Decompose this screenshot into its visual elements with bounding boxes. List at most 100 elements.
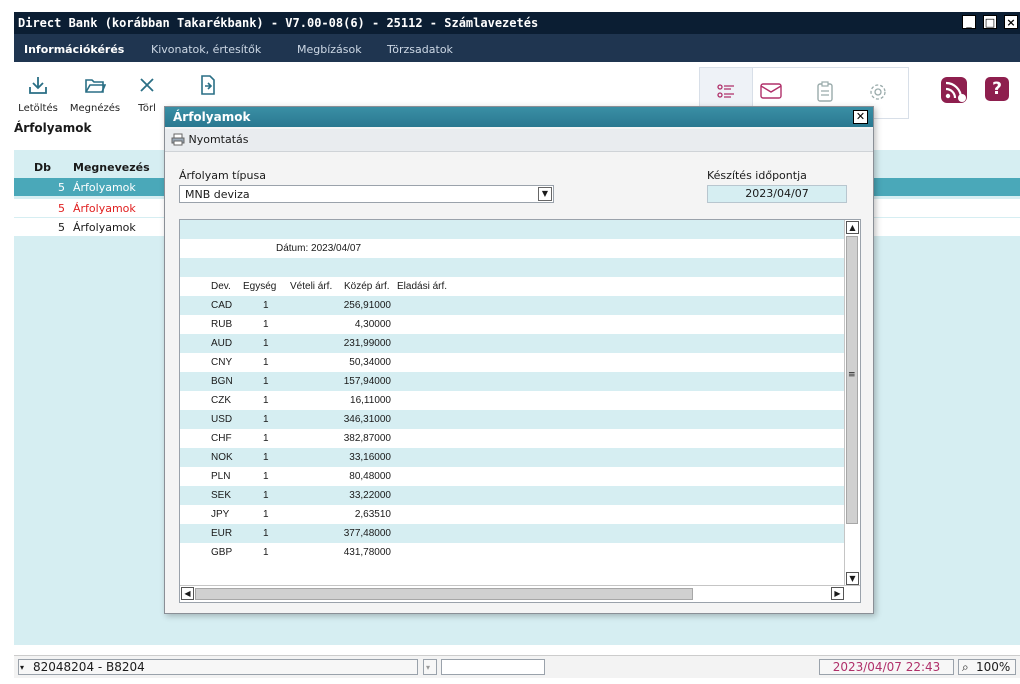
col-dev-header: Dev. [211,281,231,292]
rate-unit: 1 [263,319,269,330]
report-viewer: Dátum: 2023/04/07 Dev. Egység Vételi árf… [179,219,861,603]
mail-button[interactable] [760,82,782,103]
rate-mid-value: 256,91000 [343,300,391,311]
scroll-right-icon[interactable]: ▶ [831,587,844,600]
help-button[interactable]: ? [985,77,1009,101]
rate-unit: 1 [263,509,269,520]
scroll-left-icon[interactable]: ◀ [181,587,194,600]
rate-unit: 1 [263,471,269,482]
rate-type-select[interactable]: MNB deviza ▼ [179,185,554,203]
rate-currency: AUD [211,338,233,349]
rate-unit: 1 [263,528,269,539]
rss-icon [945,81,966,102]
rate-mid-value: 231,99000 [343,338,391,349]
clipboard-icon [817,81,833,102]
horizontal-scroll-thumb[interactable] [195,588,693,600]
close-window-button[interactable]: × [1004,15,1018,29]
printer-icon [171,133,185,146]
report-date-row: Dátum: 2023/04/07 [180,239,846,258]
vertical-scrollbar[interactable]: ▲ ≡ ▼ [844,220,860,586]
list-icon [717,84,734,98]
rate-row: PLN 1 80,48000 [180,467,846,486]
rate-mid-value: 4,30000 [354,319,391,330]
list-item-name: Árfolyamok [73,181,136,194]
rate-mid-value: 431,78000 [343,547,391,558]
dialog-title: Árfolyamok [173,110,251,124]
rate-currency: USD [211,414,233,425]
dropdown-arrow-icon: ▾ [20,663,25,672]
menu-item-kivonatok[interactable]: Kivonatok, értesítők [151,43,261,56]
rate-currency: CHF [211,433,232,444]
menu-item-informaciokeres[interactable]: Információkérés [24,43,124,56]
scroll-up-icon[interactable]: ▲ [846,221,859,234]
report-blank-row [180,220,846,239]
dropdown-arrow-icon: ▼ [538,187,552,201]
rate-currency: NOK [211,452,233,463]
rate-row: CNY 1 50,34000 [180,353,846,372]
delete-button[interactable]: Törl [129,62,165,118]
rate-currency: CNY [211,357,233,368]
folder-open-icon [85,79,106,93]
window-titlebar: Direct Bank (korábban Takarékbank) - V7.… [14,12,1020,34]
menu-item-torzsadatok[interactable]: Törzsadatok [387,43,453,56]
rate-mid-value: 157,94000 [343,376,391,387]
print-button[interactable]: Nyomtatás [171,133,249,146]
scroll-down-icon[interactable]: ▼ [846,572,859,585]
rate-mid-value: 80,48000 [349,471,391,482]
rate-unit: 1 [263,547,269,558]
account-selector[interactable]: ▾ 82048204 - B8204 [18,659,418,675]
rate-currency: BGN [211,376,233,387]
horizontal-scrollbar[interactable]: ◀ ▶ [180,585,860,602]
rate-mid-value: 377,48000 [343,528,391,539]
section-title: Árfolyamok [14,121,92,135]
help-icon: ? [992,79,1002,99]
status-bar: ▾ 82048204 - B8204 ▾ 2023/04/07 22:43 ⌕ … [14,655,1020,678]
created-date-value: 2023/04/07 [707,185,847,203]
rate-type-label: Árfolyam típusa [179,169,266,182]
status-dropdown-button[interactable]: ▾ [423,659,437,675]
menu-item-megbizasok[interactable]: Megbízások [297,43,362,56]
dialog-close-button[interactable]: ✕ [853,110,868,124]
dialog-titlebar: Árfolyamok ✕ [165,107,873,127]
rate-mid-value: 2,63510 [354,509,391,520]
rate-mid-value: 50,34000 [349,357,391,368]
col-name-header[interactable]: Megnevezés [73,161,150,174]
rate-unit: 1 [263,490,269,501]
file-export-icon [201,75,215,95]
download-button[interactable]: Letöltés [14,62,62,118]
list-item-count: 5 [58,202,65,215]
clipboard-button[interactable] [816,81,834,106]
settings-button[interactable] [868,82,888,105]
rate-mid-value: 346,31000 [343,414,391,425]
rate-currency: RUB [211,319,233,330]
report-header-row: Dev. Egység Vételi árf. Közép árf. Eladá… [180,277,846,296]
view-label: Megnézés [69,103,121,114]
zoom-control[interactable]: ⌕ 100% [958,659,1016,675]
rate-row: SEK 1 33,22000 [180,486,846,505]
rate-mid-value: 382,87000 [343,433,391,444]
list-item-count: 5 [58,221,65,234]
col-buy-header: Vételi árf. [290,281,333,292]
menu-bar: Információkérés Kivonatok, értesítők Meg… [14,34,1020,62]
rate-unit: 1 [263,433,269,444]
col-db-header[interactable]: Db [34,161,51,174]
report-content: Dátum: 2023/04/07 Dev. Egység Vételi árf… [180,220,846,582]
vertical-scroll-thumb[interactable] [846,236,858,524]
maximize-button[interactable]: □ [983,15,997,29]
view-button[interactable]: Megnézés [66,62,124,118]
minimize-button[interactable]: _ [962,15,976,29]
rate-row: RUB 1 4,30000 [180,315,846,334]
rate-currency: CAD [211,300,233,311]
rate-currency: GBP [211,547,233,558]
download-icon [29,77,47,94]
rate-mid-value: 33,22000 [349,490,391,501]
rss-button[interactable] [941,77,967,103]
rate-mid-value: 33,16000 [349,452,391,463]
created-label: Készítés időpontja [707,169,807,182]
col-mid-header: Közép árf. [344,281,390,292]
rate-currency: PLN [211,471,231,482]
rate-unit: 1 [263,414,269,425]
dropdown-arrow-icon: ▾ [426,663,431,672]
download-label: Letöltés [18,103,58,114]
rate-row: NOK 1 33,16000 [180,448,846,467]
